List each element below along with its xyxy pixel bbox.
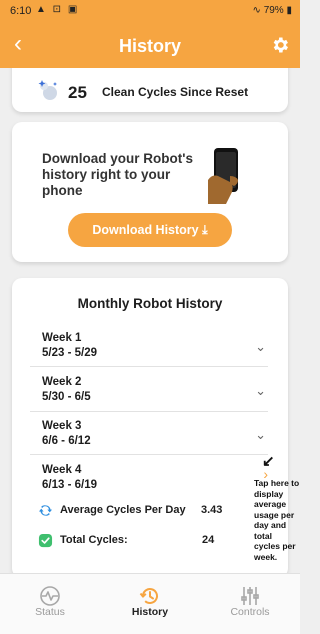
week-dates: 6/13 - 6/19	[42, 479, 97, 491]
download-icon: ⤓	[202, 223, 208, 237]
nav-history-label: History	[131, 606, 169, 618]
status-time: 6:10	[10, 5, 32, 17]
download-history-button[interactable]: Download History ⤓	[68, 213, 232, 247]
week-row-1[interactable]: Week 1 5/23 - 5/29 ⌄	[30, 332, 268, 370]
download-description: Download your Robot's history right to y…	[42, 151, 193, 198]
total-cycles-label: Total Cycles:	[60, 534, 128, 546]
hint-arrow-icon: ↙	[262, 453, 275, 470]
check-badge-icon	[38, 533, 53, 548]
clean-cycles-card: 25 Clean Cycles Since Reset	[12, 68, 288, 112]
week-name: Week 3	[42, 420, 82, 432]
week-name: Week 1	[42, 332, 82, 344]
average-cycles-value: 3.43	[201, 504, 223, 516]
app-header: ‹ History	[0, 24, 300, 68]
monthly-history-card: Monthly Robot History Week 1 5/23 - 5/29…	[12, 278, 288, 573]
wifi-icon: ∿	[252, 5, 261, 16]
gear-icon[interactable]	[270, 35, 290, 55]
average-cycles-label: Average Cycles Per Day	[60, 504, 186, 516]
clean-cycles-label: Clean Cycles Since Reset	[102, 85, 249, 99]
divider	[30, 366, 268, 367]
page-title: History	[118, 36, 181, 56]
divider	[30, 454, 268, 455]
nav-controls[interactable]: Controls	[200, 574, 300, 634]
status-bar: 6:10 ▲ ⊡ ▣ ∿ 79% ▮	[0, 0, 300, 24]
week-name: Week 2	[42, 376, 82, 388]
nav-history[interactable]: History	[100, 574, 200, 634]
total-cycles-value: 24	[202, 534, 215, 546]
system-icons: ∿ 79% ▮	[253, 5, 292, 16]
week-row-3[interactable]: Week 3 6/6 - 6/12 ⌄	[30, 420, 268, 458]
week-dates: 5/30 - 6/5	[42, 391, 91, 403]
sliders-icon	[241, 587, 259, 605]
history-icon	[139, 588, 158, 604]
average-cycles-stat: Average Cycles Per Day 3.43	[38, 501, 238, 521]
bubbles-icon	[38, 80, 57, 100]
divider	[30, 411, 268, 412]
week-row-4[interactable]: Week 4 6/13 - 6/19 ›	[30, 464, 268, 502]
nav-controls-label: Controls	[230, 606, 270, 618]
download-history-card: Download your Robot's history right to y…	[12, 122, 288, 262]
week-dates: 6/6 - 6/12	[42, 435, 91, 447]
bottom-navigation: Status History Controls	[0, 573, 300, 634]
week-dates: 5/23 - 5/29	[42, 347, 97, 359]
download-button-label: Download History	[92, 223, 199, 237]
week-name: Week 4	[42, 464, 82, 476]
pulse-icon	[40, 586, 60, 606]
clean-cycles-count: 25	[68, 83, 87, 102]
chevron-down-icon[interactable]: ⌄	[255, 383, 266, 399]
nav-status-label: Status	[35, 606, 65, 618]
hint-annotation: Tap here to display average usage per da…	[254, 478, 300, 562]
battery-percent: 79%	[263, 5, 284, 16]
nav-status[interactable]: Status	[0, 574, 100, 634]
battery-icon: ▮	[286, 5, 292, 16]
total-cycles-stat: Total Cycles: 24	[38, 531, 238, 551]
chevron-down-icon[interactable]: ⌄	[255, 427, 266, 443]
monthly-history-title: Monthly Robot History	[77, 296, 223, 311]
chevron-down-icon[interactable]: ⌄	[255, 339, 266, 355]
sync-icon	[38, 505, 53, 516]
phone-in-hand-icon	[208, 148, 238, 204]
notification-icons: ▲ ⊡ ▣	[36, 4, 80, 15]
week-row-2[interactable]: Week 2 5/30 - 6/5 ⌄	[30, 376, 268, 414]
